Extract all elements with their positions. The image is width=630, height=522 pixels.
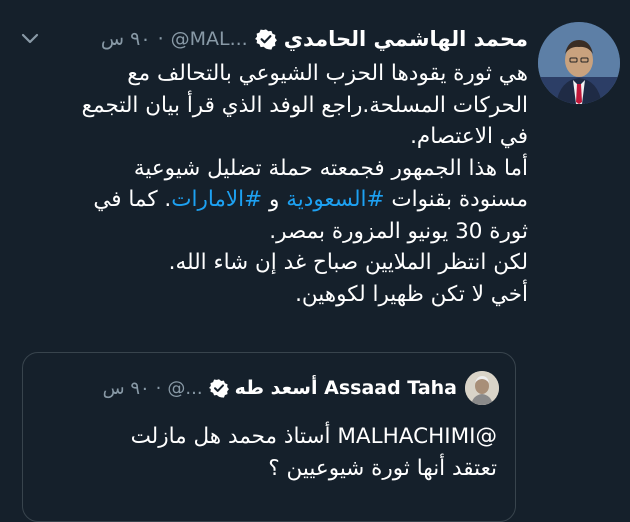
author-handle[interactable]: @MAL...	[171, 28, 248, 50]
quoted-tweet-line: @MALHACHIMI أستاذ محمد هل مازلت	[130, 424, 497, 449]
verified-badge-icon	[208, 378, 229, 398]
quoted-tweet-header: أسعد طه Assaad Taha @... · ٩٠ س	[103, 373, 457, 403]
tweet: محمد الهاشمي الحامدي @MAL... · ٩٠ س هي ث…	[0, 0, 630, 522]
quoted-tweet[interactable]: أسعد طه Assaad Taha @... · ٩٠ س @MALHACH…	[22, 352, 516, 522]
quoted-author-avatar[interactable]	[465, 371, 499, 405]
quoted-author-handle[interactable]: @...	[167, 378, 202, 399]
tweet-line: هي ثورة يقودها الحزب الشيوعي بالتحالف مع	[127, 61, 528, 86]
separator-dot: ·	[157, 28, 164, 50]
chevron-down-icon[interactable]	[18, 26, 42, 50]
quoted-tweet-text: @MALHACHIMI أستاذ محمد هل مازلت تعتقد أن…	[37, 421, 497, 485]
tweet-line: الحركات المسلحة.راجع الوفد الذي قرأ بيان…	[81, 92, 528, 118]
quoted-author-name[interactable]: أسعد طه Assaad Taha	[235, 377, 457, 399]
separator-dot: ·	[155, 377, 162, 399]
tweet-time[interactable]: ٩٠ س	[101, 28, 151, 50]
tweet-line: أما هذا الجمهور فجمعته حملة تضليل شيوعية	[133, 155, 528, 181]
tweet-line: أخي لا تكن ظهيرا لكوهين.	[295, 281, 528, 307]
author-avatar[interactable]	[538, 22, 620, 104]
author-name[interactable]: محمد الهاشمي الحامدي	[284, 27, 528, 51]
tweet-line: ثورة 30 يونيو المزورة بمصر.	[269, 218, 528, 244]
hashtag-link[interactable]: #الامارات	[171, 187, 262, 212]
tweet-line: لكن انتظر الملايين صباح غد إن شاء الله.	[168, 250, 528, 275]
tweet-line: مسنودة بقنوات #السعودية و #الامارات. كما…	[93, 187, 528, 212]
tweet-header: محمد الهاشمي الحامدي @MAL... · ٩٠ س	[101, 22, 528, 56]
hashtag-link[interactable]: #السعودية	[286, 187, 384, 212]
quoted-tweet-line: تعتقد أنها ثورة شيوعيين ؟	[268, 456, 497, 481]
tweet-text: هي ثورة يقودها الحزب الشيوعي بالتحالف مع…	[58, 58, 528, 310]
verified-badge-icon	[254, 28, 277, 50]
quoted-tweet-time[interactable]: ٩٠ س	[103, 378, 150, 399]
tweet-line: في الاعتصام.	[410, 124, 528, 149]
